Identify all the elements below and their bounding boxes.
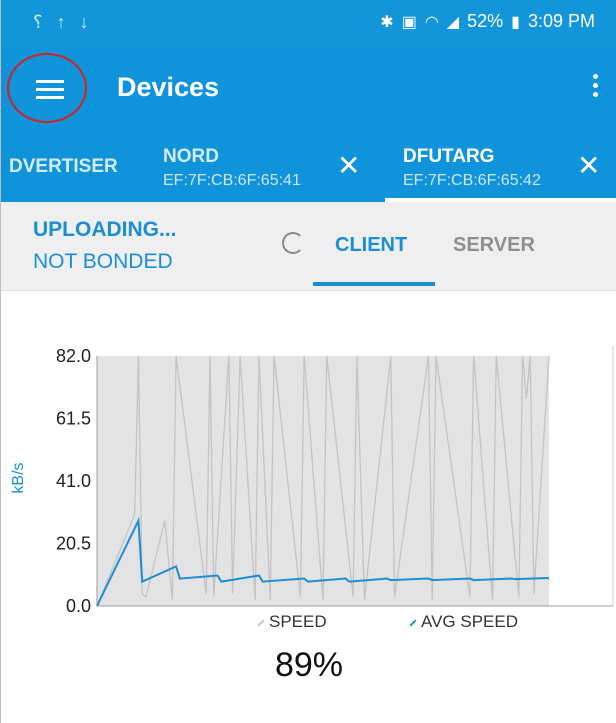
device-tab-name: NORD <box>163 146 219 167</box>
tab-server[interactable]: SERVER <box>453 234 535 257</box>
page-title: Devices <box>117 72 220 102</box>
close-icon[interactable]: ✕ <box>577 152 600 180</box>
progress-percent: 89% <box>274 646 344 684</box>
legend-avg-label: AVG SPEED <box>421 612 518 631</box>
speed-chart: 82.0 61.5 41.0 20.5 0.0 kB/s <box>10 346 614 616</box>
close-icon[interactable]: ✕ <box>337 152 360 180</box>
signal-icon: ◢ <box>446 13 460 31</box>
y-tick-label: 20.5 <box>56 534 91 554</box>
y-axis-ticks: 82.0 61.5 41.0 20.5 0.0 <box>56 346 91 616</box>
battery-text: 52% <box>467 11 504 31</box>
status-right-icons: ✱ ▣ ◠ ◢ 52% ▮ 3:09 PM <box>380 11 595 32</box>
device-tab-name: DFUTARG <box>403 146 495 167</box>
bluetooth-icon: ✱ <box>380 13 394 31</box>
device-tab-name: DVERTISER <box>9 156 118 177</box>
speed-swatch-icon <box>257 618 265 627</box>
y-tick-label: 82.0 <box>56 346 91 366</box>
status-bar: ⸮ ↑ ↓ ✱ ▣ ◠ ◢ 52% ▮ 3:09 PM <box>1 0 616 46</box>
clock: 3:09 PM <box>527 11 595 31</box>
device-tabs: DVERTISER NORD EF:7F:CB:6F:65:41 ✕ DFUTA… <box>1 132 616 202</box>
hamburger-menu-icon <box>36 80 64 100</box>
upload-icon: ↑ <box>56 12 66 32</box>
plot-area <box>96 346 614 607</box>
menu-button[interactable] <box>7 53 87 123</box>
bond-state: NOT BONDED <box>33 250 173 273</box>
legend-avg-speed: AVG SPEED <box>409 612 518 632</box>
app-toolbar: Devices <box>1 46 616 132</box>
nfc-pay-icon: ⸮ <box>33 12 43 32</box>
wifi-icon: ◠ <box>424 13 439 31</box>
battery-icon: ▮ <box>511 13 520 31</box>
y-tick-label: 41.0 <box>56 471 91 491</box>
legend-speed: SPEED <box>257 612 327 632</box>
device-tab-address: EF:7F:CB:6F:65:42 <box>403 172 541 189</box>
tab-client[interactable]: CLIENT <box>335 234 407 257</box>
role-bar: UPLOADING... NOT BONDED CLIENT SERVER <box>1 202 616 291</box>
client-tab-indicator <box>313 282 435 286</box>
y-tick-label: 0.0 <box>66 596 91 616</box>
more-vert-icon[interactable] <box>593 74 599 100</box>
legend-speed-label: SPEED <box>269 612 327 631</box>
y-axis-label: kB/s <box>10 462 27 493</box>
loading-spinner-icon <box>282 232 304 254</box>
device-tab-address: EF:7F:CB:6F:65:41 <box>163 172 301 189</box>
avg-speed-swatch-icon <box>409 618 417 627</box>
nfc-icon: ▣ <box>401 13 417 31</box>
app-screen: ⸮ ↑ ↓ ✱ ▣ ◠ ◢ 52% ▮ 3:09 PM Devices DVER… <box>0 0 616 723</box>
connection-state: UPLOADING... <box>33 218 177 241</box>
download-icon: ↓ <box>79 12 89 32</box>
status-left-icons: ⸮ ↑ ↓ <box>33 12 89 33</box>
y-tick-label: 61.5 <box>56 409 91 429</box>
